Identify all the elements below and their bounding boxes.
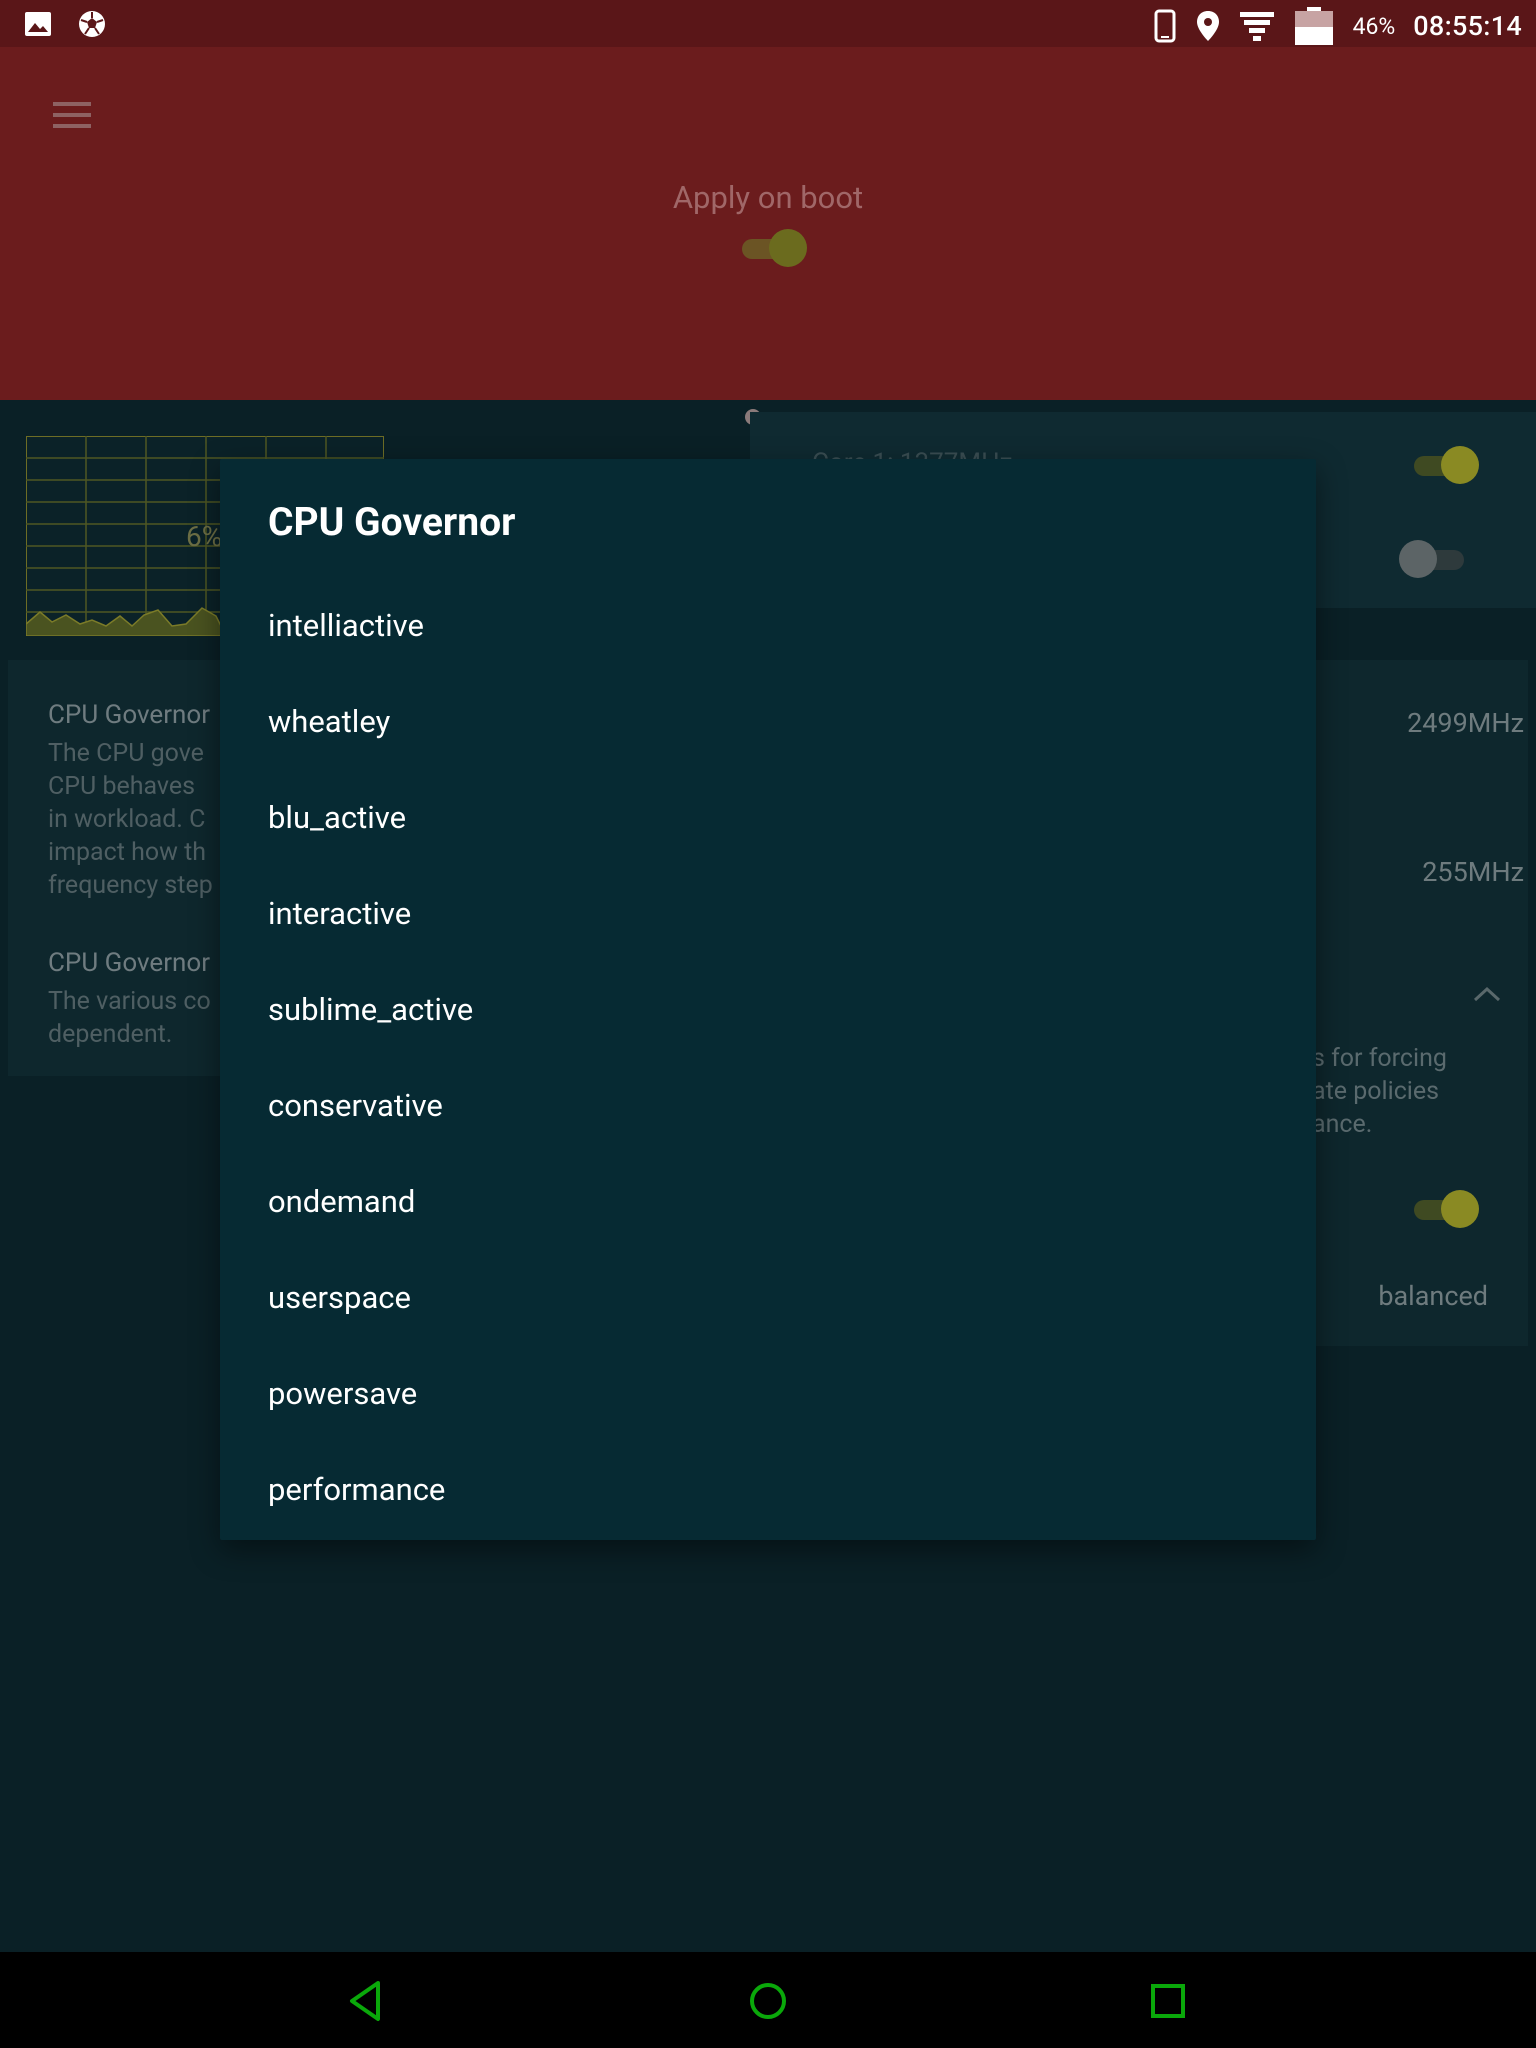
governor-option[interactable]: conservative [220,1057,1316,1153]
cpu-governor-dialog: CPU Governor intelliactive wheatley blu_… [220,459,1316,1540]
governor-option-list: intelliactive wheatley blu_active intera… [220,577,1316,1537]
image-icon [25,12,51,36]
governor-option[interactable]: userspace [220,1249,1316,1345]
navigation-bar [0,1952,1536,2048]
governor-option[interactable]: ondemand [220,1153,1316,1249]
dialog-title: CPU Governor [268,499,516,545]
battery-percent: 46% [1352,12,1396,40]
battery-icon [1294,7,1333,45]
governor-option[interactable]: interactive [220,865,1316,961]
phone-icon [1154,9,1176,43]
home-icon[interactable] [743,1976,793,2026]
status-bar: 46% 08:55:14 [0,0,1536,47]
governor-option[interactable]: performance [220,1441,1316,1537]
back-icon[interactable] [340,1976,390,2026]
recents-icon[interactable] [1143,1976,1193,2026]
apply-on-boot-label: Apply on boot [672,179,864,216]
governor-option[interactable]: intelliactive [220,577,1316,673]
hamburger-menu-icon[interactable] [48,95,96,135]
clock: 08:55:14 [1413,10,1522,42]
governor-option[interactable]: blu_active [220,769,1316,865]
location-icon [1196,11,1219,41]
app-header: Apply on boot [0,47,1536,425]
governor-option[interactable]: wheatley [220,673,1316,769]
governor-option[interactable]: powersave [220,1345,1316,1441]
apply-on-boot-switch[interactable] [738,226,810,270]
signal-icon [1239,12,1274,41]
governor-option[interactable]: sublime_active [220,961,1316,1057]
soccer-ball-icon [79,11,105,37]
